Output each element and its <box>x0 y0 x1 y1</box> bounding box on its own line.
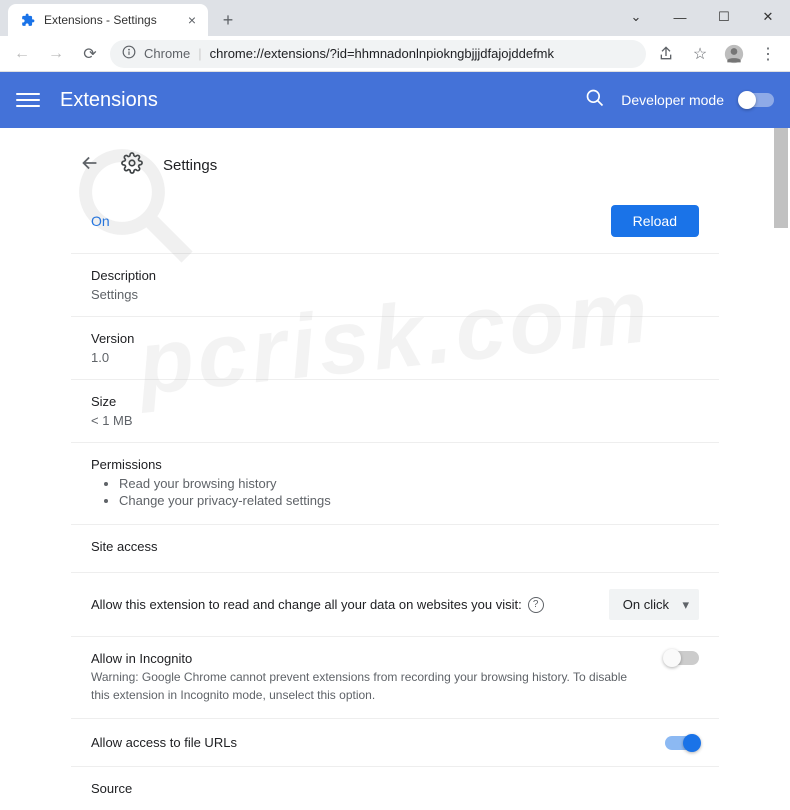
extension-detail-card: Settings On Reload Description Settings … <box>71 140 719 676</box>
search-icon[interactable] <box>585 88 605 113</box>
window-dropdown-icon[interactable]: ⌄ <box>614 2 658 32</box>
developer-mode-label: Developer mode <box>621 92 724 108</box>
size-label: Size <box>91 394 699 409</box>
site-access-dropdown[interactable]: On click <box>609 589 699 620</box>
gear-icon <box>121 152 143 179</box>
permissions-label: Permissions <box>91 457 699 472</box>
incognito-label: Allow in Incognito <box>91 651 645 666</box>
size-value: < 1 MB <box>91 413 699 428</box>
content-area: Settings On Reload Description Settings … <box>0 128 790 676</box>
menu-icon[interactable] <box>16 88 40 112</box>
window-controls: ⌄ — ☐ ✕ <box>614 2 790 32</box>
reload-button[interactable]: Reload <box>611 205 699 237</box>
browser-titlebar: Extensions - Settings × + ⌄ — ☐ ✕ <box>0 0 790 36</box>
version-section: Version 1.0 <box>71 317 719 380</box>
developer-mode-toggle[interactable] <box>740 93 774 107</box>
scrollbar[interactable] <box>774 128 788 228</box>
site-access-label: Site access <box>91 539 699 554</box>
card-header: Settings <box>71 140 719 197</box>
minimize-icon[interactable]: — <box>658 2 702 32</box>
share-icon[interactable] <box>652 40 680 68</box>
back-icon[interactable]: ← <box>8 40 36 68</box>
profile-avatar-icon[interactable] <box>720 40 748 68</box>
description-value: Settings <box>91 287 699 302</box>
on-status-label: On <box>91 213 110 229</box>
size-section: Size < 1 MB <box>71 380 719 443</box>
omnibox[interactable]: Chrome | chrome://extensions/?id=hhmnado… <box>110 40 646 68</box>
new-tab-button[interactable]: + <box>214 6 242 34</box>
page-title: Extensions <box>60 89 158 112</box>
description-section: Description Settings <box>71 254 719 317</box>
site-access-row: Allow this extension to read and change … <box>71 573 719 637</box>
bookmark-icon[interactable]: ☆ <box>686 40 714 68</box>
description-label: Description <box>91 268 699 283</box>
address-bar: ← → ⟳ Chrome | chrome://extensions/?id=h… <box>0 36 790 72</box>
source-label: Source <box>91 781 699 796</box>
permission-item: Read your browsing history <box>119 476 699 491</box>
omnibox-url: chrome://extensions/?id=hhmnadonlnpiokng… <box>210 46 554 61</box>
permissions-section: Permissions Read your browsing history C… <box>71 443 719 525</box>
help-icon[interactable]: ? <box>528 597 544 613</box>
close-window-icon[interactable]: ✕ <box>746 2 790 32</box>
omnibox-prefix: Chrome <box>144 46 190 61</box>
tab-title: Extensions - Settings <box>44 13 157 27</box>
file-urls-toggle[interactable] <box>665 736 699 750</box>
file-urls-row: Allow access to file URLs <box>71 719 719 767</box>
forward-icon[interactable]: → <box>42 40 70 68</box>
maximize-icon[interactable]: ☐ <box>702 2 746 32</box>
extension-puzzle-icon <box>20 12 36 28</box>
extension-name: Settings <box>163 157 217 174</box>
close-tab-icon[interactable]: × <box>188 12 196 28</box>
back-arrow-icon[interactable] <box>79 152 101 179</box>
site-access-text: Allow this extension to read and change … <box>91 597 522 612</box>
browser-tab[interactable]: Extensions - Settings × <box>8 4 208 36</box>
permission-item: Change your privacy-related settings <box>119 493 699 508</box>
file-urls-label: Allow access to file URLs <box>91 735 237 750</box>
site-access-header: Site access <box>71 525 719 573</box>
permissions-list: Read your browsing history Change your p… <box>91 476 699 508</box>
version-value: 1.0 <box>91 350 699 365</box>
extensions-header: Extensions Developer mode <box>0 72 790 128</box>
site-info-icon <box>122 45 136 62</box>
incognito-toggle[interactable] <box>665 651 699 665</box>
source-row: Source <box>71 767 719 810</box>
menu-dots-icon[interactable]: ⋮ <box>754 40 782 68</box>
reload-icon[interactable]: ⟳ <box>76 40 104 68</box>
version-label: Version <box>91 331 699 346</box>
incognito-row: Allow in Incognito Warning: Google Chrom… <box>71 637 719 719</box>
incognito-warning: Warning: Google Chrome cannot prevent ex… <box>91 668 645 704</box>
